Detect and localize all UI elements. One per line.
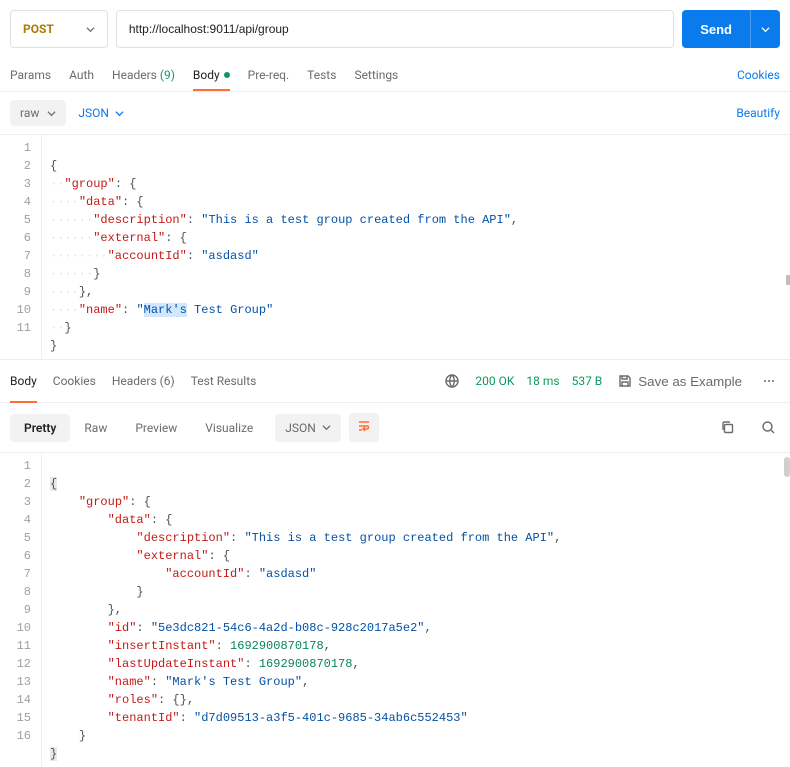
tab-settings[interactable]: Settings <box>354 60 398 90</box>
network-icon[interactable] <box>441 370 463 392</box>
response-format-label: JSON <box>285 421 316 435</box>
json-key: "insertInstant" <box>108 639 216 653</box>
json-key: "accountId" <box>165 567 244 581</box>
http-method-dropdown[interactable]: POST <box>10 10 108 48</box>
json-number: 1692900870178 <box>230 639 324 653</box>
wrap-icon <box>357 419 371 433</box>
json-key: "tenantId" <box>108 711 180 725</box>
save-example-button[interactable]: Save as Example <box>614 370 746 393</box>
tab-headers-label: Headers <box>112 68 157 82</box>
json-string: "asdasd" <box>201 249 259 263</box>
json-key: "description" <box>93 213 187 227</box>
json-key: "id" <box>108 621 137 635</box>
more-actions-button[interactable] <box>758 370 780 392</box>
request-body-editor[interactable]: 1234567891011 { ··"group": { ····"data":… <box>0 135 790 360</box>
response-body-viewer[interactable]: 12345678910111213141516 { "group": { "da… <box>0 453 790 767</box>
tab-body[interactable]: Body <box>193 60 230 90</box>
json-key: "accountId" <box>108 249 187 263</box>
chevron-down-icon <box>115 109 124 118</box>
tab-headers[interactable]: Headers (9) <box>112 60 175 90</box>
response-gutter: 12345678910111213141516 <box>0 453 42 767</box>
scroll-indicator <box>786 275 790 285</box>
send-button[interactable]: Send <box>682 10 750 48</box>
json-key: "group" <box>64 177 114 191</box>
json-key: "external" <box>136 549 208 563</box>
unsaved-dot-icon <box>224 72 230 78</box>
json-key: "lastUpdateInstant" <box>108 657 245 671</box>
chevron-down-icon <box>322 423 331 432</box>
request-gutter: 1234567891011 <box>0 135 42 359</box>
tab-prereq[interactable]: Pre-req. <box>248 60 290 90</box>
json-key: "group" <box>79 495 129 509</box>
request-url-input[interactable] <box>116 10 674 48</box>
response-status: 200 OK <box>475 374 514 388</box>
tab-headers-count: (9) <box>160 68 175 82</box>
view-preview[interactable]: Preview <box>121 414 191 442</box>
beautify-link[interactable]: Beautify <box>736 106 780 120</box>
response-code[interactable]: { "group": { "data": { "description": "T… <box>42 453 790 767</box>
response-view-segments: Pretty Raw Preview Visualize <box>10 414 267 442</box>
http-method-label: POST <box>23 22 54 36</box>
send-options-button[interactable] <box>750 10 780 48</box>
json-key: "name" <box>108 675 151 689</box>
response-tab-body[interactable]: Body <box>10 368 37 394</box>
json-string: "d7d09513-a3f5-401c-9685-34ab6c552453" <box>194 711 468 725</box>
json-string: "This is a test group created from the A… <box>244 531 554 545</box>
response-tab-headers-count: (6) <box>160 374 175 388</box>
tab-body-label: Body <box>193 68 220 82</box>
json-key: "name" <box>79 303 122 317</box>
response-tab-headers-label: Headers <box>112 374 157 388</box>
chevron-down-icon <box>761 25 770 34</box>
view-raw[interactable]: Raw <box>70 414 121 442</box>
request-code[interactable]: { ··"group": { ····"data": { ······"desc… <box>42 135 790 359</box>
globe-icon <box>445 374 459 388</box>
search-icon <box>761 420 776 435</box>
selection-highlight: Mark's <box>144 303 187 317</box>
response-format-dropdown[interactable]: JSON <box>275 414 341 442</box>
tab-auth[interactable]: Auth <box>69 60 94 90</box>
chevron-down-icon <box>86 25 95 34</box>
response-tab-cookies[interactable]: Cookies <box>53 368 96 394</box>
scroll-indicator <box>784 457 790 477</box>
json-key: "roles" <box>108 693 158 707</box>
json-string: "This is a test group created from the A… <box>201 213 511 227</box>
wrap-lines-button[interactable] <box>349 413 379 442</box>
body-type-label: raw <box>20 106 39 120</box>
json-string: " <box>136 303 143 317</box>
json-string: "5e3dc821-54c6-4a2d-b08c-928c2017a5e2" <box>151 621 425 635</box>
chevron-down-icon <box>47 109 56 118</box>
json-key: "data" <box>79 195 122 209</box>
cookies-link[interactable]: Cookies <box>737 68 780 82</box>
view-visualize[interactable]: Visualize <box>191 414 267 442</box>
json-key: "description" <box>136 531 230 545</box>
save-example-label: Save as Example <box>638 374 742 389</box>
body-format-dropdown[interactable]: JSON <box>78 106 124 120</box>
response-size: 537 B <box>572 374 603 388</box>
ellipsis-icon <box>762 374 776 388</box>
json-string: Test Group" <box>187 303 273 317</box>
search-response-button[interactable] <box>757 416 780 439</box>
copy-response-button[interactable] <box>716 416 739 439</box>
body-format-label: JSON <box>78 106 109 120</box>
view-pretty[interactable]: Pretty <box>10 414 70 442</box>
json-key: "data" <box>108 513 151 527</box>
json-string: "Mark's Test Group" <box>165 675 302 689</box>
tab-tests[interactable]: Tests <box>307 60 336 90</box>
body-type-dropdown[interactable]: raw <box>10 100 66 126</box>
json-key: "external" <box>93 231 165 245</box>
json-string: "asdasd" <box>259 567 317 581</box>
save-icon <box>618 374 632 388</box>
tab-params[interactable]: Params <box>10 60 51 90</box>
copy-icon <box>720 420 735 435</box>
response-time: 18 ms <box>526 374 559 388</box>
response-tab-headers[interactable]: Headers (6) <box>112 368 175 394</box>
json-number: 1692900870178 <box>259 657 353 671</box>
response-tab-tests[interactable]: Test Results <box>191 368 257 394</box>
